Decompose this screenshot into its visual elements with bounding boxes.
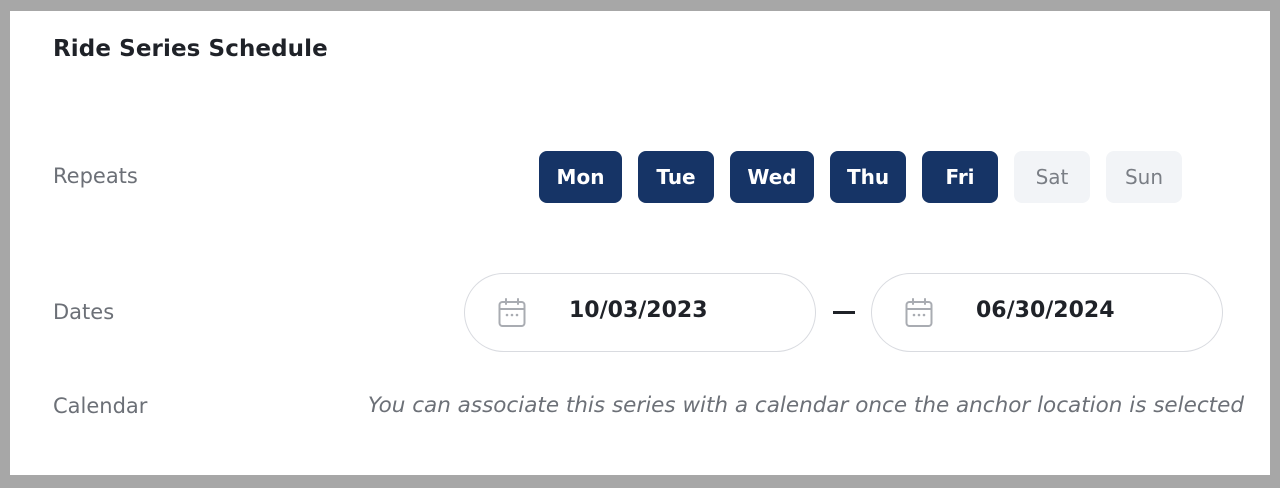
day-toggle-thu[interactable]: Thu bbox=[830, 151, 906, 203]
calendar-icon bbox=[498, 298, 526, 328]
start-date-value: 10/03/2023 bbox=[569, 298, 708, 323]
start-date-field[interactable]: 10/03/2023 bbox=[464, 273, 816, 352]
end-date-value: 06/30/2024 bbox=[976, 298, 1115, 323]
day-toggle-mon[interactable]: Mon bbox=[539, 151, 622, 203]
day-toggle-sun[interactable]: Sun bbox=[1106, 151, 1182, 203]
repeats-label: Repeats bbox=[53, 164, 138, 188]
calendar-label: Calendar bbox=[53, 394, 148, 418]
day-toggle-wed[interactable]: Wed bbox=[730, 151, 814, 203]
end-date-field[interactable]: 06/30/2024 bbox=[871, 273, 1223, 352]
date-range-separator bbox=[833, 311, 855, 314]
day-toggle-sat[interactable]: Sat bbox=[1014, 151, 1090, 203]
day-toggle-tue[interactable]: Tue bbox=[638, 151, 714, 203]
calendar-icon bbox=[905, 298, 933, 328]
calendar-note: You can associate this series with a cal… bbox=[367, 393, 1244, 418]
dates-label: Dates bbox=[53, 300, 115, 324]
ride-series-schedule-panel: Ride Series Schedule Repeats Mon Tue Wed… bbox=[10, 11, 1270, 475]
day-toggle-fri[interactable]: Fri bbox=[922, 151, 998, 203]
section-title: Ride Series Schedule bbox=[53, 36, 328, 62]
